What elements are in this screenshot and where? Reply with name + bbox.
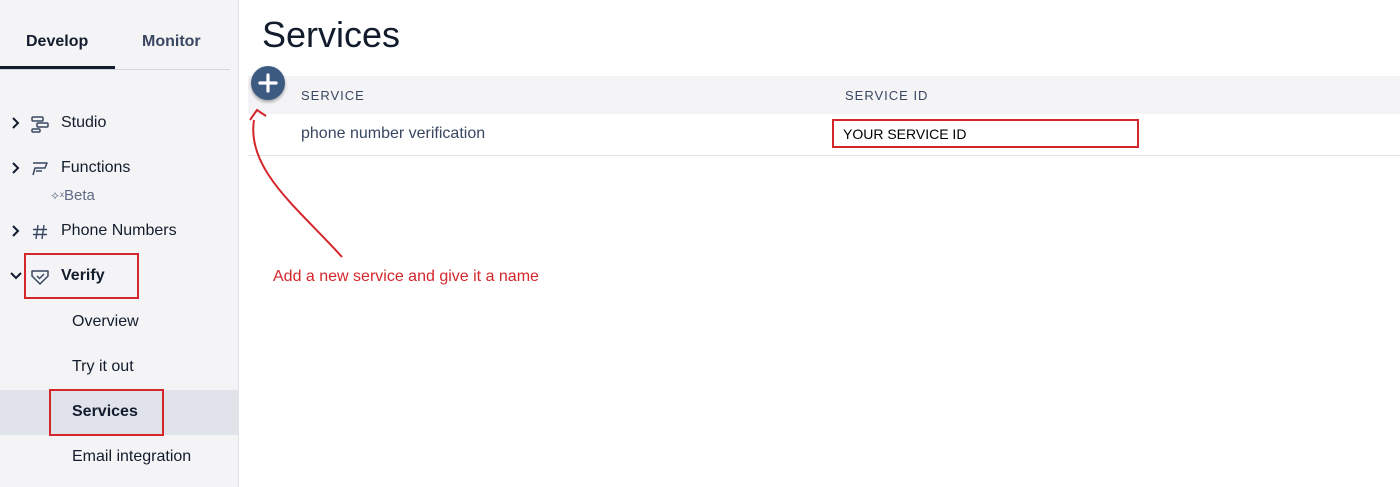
sidebar-tabs: Develop Monitor [0, 0, 230, 70]
sidebar-item-studio[interactable]: Studio [0, 109, 239, 139]
sidebar-subitem-try-it-out[interactable]: Try it out [0, 345, 239, 390]
table-header [248, 76, 1400, 114]
tab-monitor[interactable]: Monitor [142, 33, 201, 51]
sidebar-subitem-label: Overview [72, 313, 139, 330]
active-tab-indicator [0, 66, 115, 69]
annotation-text: Add a new service and give it a name [273, 268, 539, 285]
sidebar-item-functions[interactable]: Functions [0, 154, 239, 184]
sidebar: Develop Monitor Studio Functions ✧ˣBeta … [0, 0, 239, 487]
sidebar-subitem-label: Try it out [72, 358, 134, 375]
chevron-right-icon [12, 225, 20, 237]
sparkle-icon: ✧ˣ [50, 189, 64, 203]
studio-icon [31, 116, 49, 133]
sidebar-subitem-email-integration[interactable]: Email integration [0, 435, 239, 480]
hash-icon [33, 224, 47, 240]
beta-badge: ✧ˣBeta [50, 187, 95, 204]
plus-icon [258, 73, 278, 93]
sidebar-item-label: Studio [61, 114, 107, 131]
highlight-box-verify [24, 253, 139, 299]
functions-icon [32, 162, 48, 176]
tab-develop[interactable]: Develop [26, 33, 88, 51]
annotation-arrow [249, 108, 343, 258]
sidebar-item-label: Phone Numbers [61, 222, 177, 239]
sidebar-subitem-overview[interactable]: Overview [0, 300, 239, 345]
sidebar-item-label: Functions [61, 159, 131, 176]
chevron-right-icon [12, 162, 20, 174]
chevron-down-icon [10, 272, 22, 280]
service-id-value: YOUR SERVICE ID [843, 126, 967, 142]
sidebar-item-phone-numbers[interactable]: Phone Numbers [0, 217, 239, 247]
add-service-button[interactable] [251, 66, 285, 100]
highlight-box-services [49, 389, 164, 436]
chevron-right-icon [12, 117, 20, 129]
column-header-service-id: SERVICE ID [845, 88, 929, 103]
page-title: Services [262, 14, 401, 55]
sidebar-subitem-label: Email integration [72, 448, 192, 465]
